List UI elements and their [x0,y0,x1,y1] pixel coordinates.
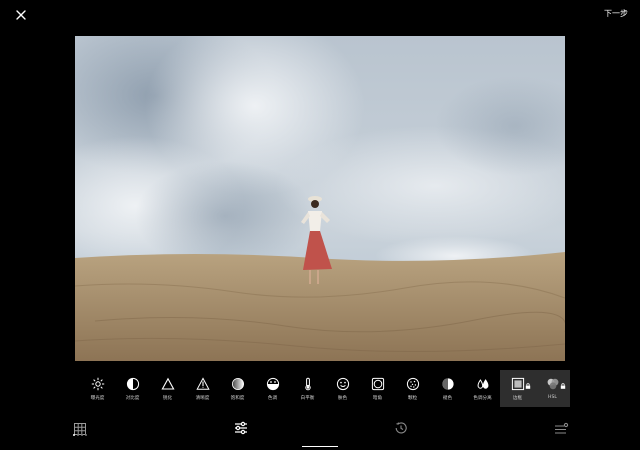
sharpen-icon [160,376,175,390]
grid-presets-icon[interactable] [73,421,87,440]
fade-icon [441,376,455,390]
skin-tone-icon [336,376,350,391]
tool-clarity[interactable]: 清晰度 [185,370,220,407]
vignette-icon [371,376,385,391]
tool-label: 暗角 [372,396,383,401]
tool-label: 颗粒 [407,396,418,401]
bottom-nav [0,415,640,450]
sliders-icon[interactable] [233,420,249,440]
tool-label: 褪色 [442,396,453,401]
top-bar: 下一步 [0,0,640,30]
hsl-icon [546,376,560,390]
tool-borders[interactable]: 边框 [500,370,535,407]
tool-label: 色调 [267,396,278,401]
page-dots [73,434,87,436]
tool-saturation[interactable]: 饱和度 [220,370,255,407]
page-dot [85,434,87,436]
adjustment-tools: 曝光度 对比度 锐化 清晰度 饱和度 色调 白平衡 肤色 暗角 颗粒 褪色 色调分离 边框 HSL [80,370,580,407]
tool-label: 肤色 [337,396,348,401]
lock-icon [560,374,566,389]
tool-label: 饱和度 [230,396,245,401]
tool-label: 曝光度 [90,396,105,401]
tool-fade[interactable]: 褪色 [430,370,465,407]
tool-label: 白平衡 [300,396,315,401]
tool-exposure[interactable]: 曝光度 [80,370,115,407]
tool-label: 边框 [512,396,523,401]
tool-label: 清晰度 [195,396,210,401]
clarity-icon [195,376,210,390]
saturation-icon [231,376,245,390]
history-icon[interactable] [393,420,409,440]
split-tone-icon [476,376,490,390]
tool-label: 对比度 [125,396,140,401]
contrast-icon [126,376,140,391]
next-button[interactable]: 下一步 [604,8,628,19]
close-icon[interactable] [12,6,30,24]
tool-hsl[interactable]: HSL [535,370,570,407]
tool-white-balance[interactable]: 白平衡 [290,370,325,407]
page-dot [77,434,79,436]
grain-icon [406,376,420,391]
recipes-icon[interactable] [553,421,569,440]
tool-label: 锐化 [162,396,173,401]
tool-split-tone[interactable]: 色调分离 [465,370,500,407]
tool-grain[interactable]: 颗粒 [395,370,430,407]
tool-sharpen[interactable]: 锐化 [150,370,185,407]
tool-vignette[interactable]: 暗角 [360,370,395,407]
lock-icon [525,374,531,389]
exposure-icon [91,376,105,391]
tool-tone[interactable]: 色调 [255,370,290,407]
tool-skin-tone[interactable]: 肤色 [325,370,360,407]
tool-label: HSL [548,395,557,400]
page-dot [81,434,83,436]
borders-icon [511,376,525,391]
tone-icon [266,376,280,391]
photo-preview [75,36,565,361]
active-tab-indicator [302,446,338,447]
tool-label: 色调分离 [473,396,492,401]
white-balance-icon [301,376,315,391]
page-dot [73,434,75,436]
tool-contrast[interactable]: 对比度 [115,370,150,407]
